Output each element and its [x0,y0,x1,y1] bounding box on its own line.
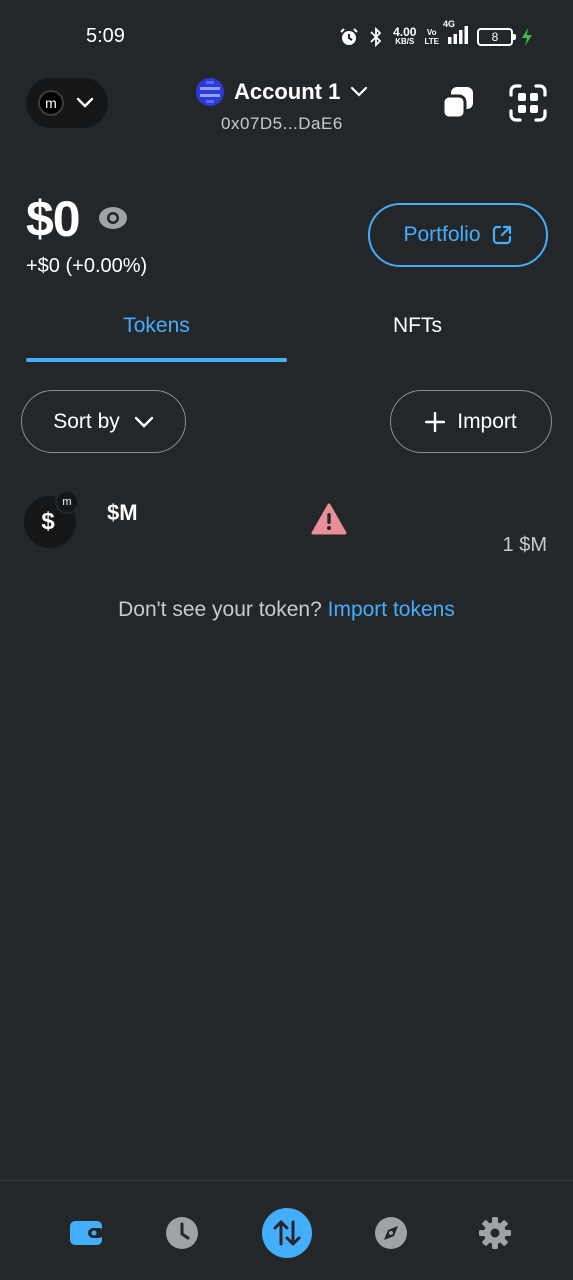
bluetooth-icon [370,26,382,48]
nav-settings[interactable] [469,1207,521,1259]
account-address[interactable]: 0x07D5...DaE6 [221,114,386,134]
tab-active-indicator [26,358,287,362]
import-prompt-text: Don't see your token? [118,598,322,621]
network-speed: 4.00 KB/S [393,25,417,46]
signal-indicator: 4G [443,19,469,50]
copy-icon [441,87,473,120]
token-row[interactable]: $ m $M 1 $M [0,480,573,570]
import-tokens-link[interactable]: Import tokens [328,598,455,621]
nav-wallet[interactable] [60,1207,112,1259]
token-name: $M [107,500,138,525]
sort-by-label: Sort by [53,409,120,433]
status-bar: 5:09 4.00 KB/S Vo LTE 4G 8 [0,0,573,72]
account-avatar-icon [196,78,224,106]
clock-icon [166,1217,198,1249]
nav-swap[interactable] [261,1207,313,1259]
nav-explore[interactable] [365,1207,417,1259]
qr-scan-icon [509,84,547,122]
sort-by-button[interactable]: Sort by [21,390,186,453]
eye-icon [99,207,127,229]
status-icons: 4.00 KB/S Vo LTE 4G 8 [339,19,533,50]
nav-activity[interactable] [156,1207,208,1259]
plus-icon [425,411,446,432]
import-label: Import [457,409,517,433]
import-button[interactable]: Import [390,390,552,453]
hide-balance-button[interactable] [98,203,128,233]
tab-nfts[interactable]: NFTs [287,300,548,362]
account-name: Account 1 [234,79,341,104]
chevron-down-icon [76,97,94,108]
copy-button[interactable] [440,84,476,122]
chevron-down-icon [351,86,368,97]
wallet-icon [70,1221,104,1245]
balance-change: +$0 (+0.00%) [26,255,148,277]
asset-tabs: Tokens NFTs [26,300,548,362]
scan-button[interactable] [509,84,547,122]
swap-icon [262,1208,312,1258]
compass-icon [375,1217,407,1249]
import-tokens-prompt: Don't see your token? Import tokens [0,598,573,622]
warning-icon [311,503,347,535]
portfolio-button[interactable]: Portfolio [368,203,548,267]
bottom-nav [0,1180,573,1280]
gear-icon [479,1217,511,1249]
network-selector[interactable]: m [26,78,108,128]
account-picker[interactable]: Account 1 0x07D5...DaE6 [196,76,386,140]
portfolio-label: Portfolio [403,223,481,246]
tab-tokens[interactable]: Tokens [26,300,287,362]
chevron-down-icon [134,416,153,428]
token-warning-button[interactable] [311,502,347,536]
charging-icon [522,28,532,46]
network-avatar: m [38,90,64,116]
total-balance: $0 [26,191,81,247]
status-time: 5:09 [86,25,125,47]
external-link-icon [492,225,511,245]
token-balance: 1 $M [502,534,547,556]
token-network-badge: m [55,490,79,514]
volte-indicator: Vo LTE [424,28,439,46]
battery-icon: 8 [477,28,516,46]
alarm-icon [340,28,358,45]
